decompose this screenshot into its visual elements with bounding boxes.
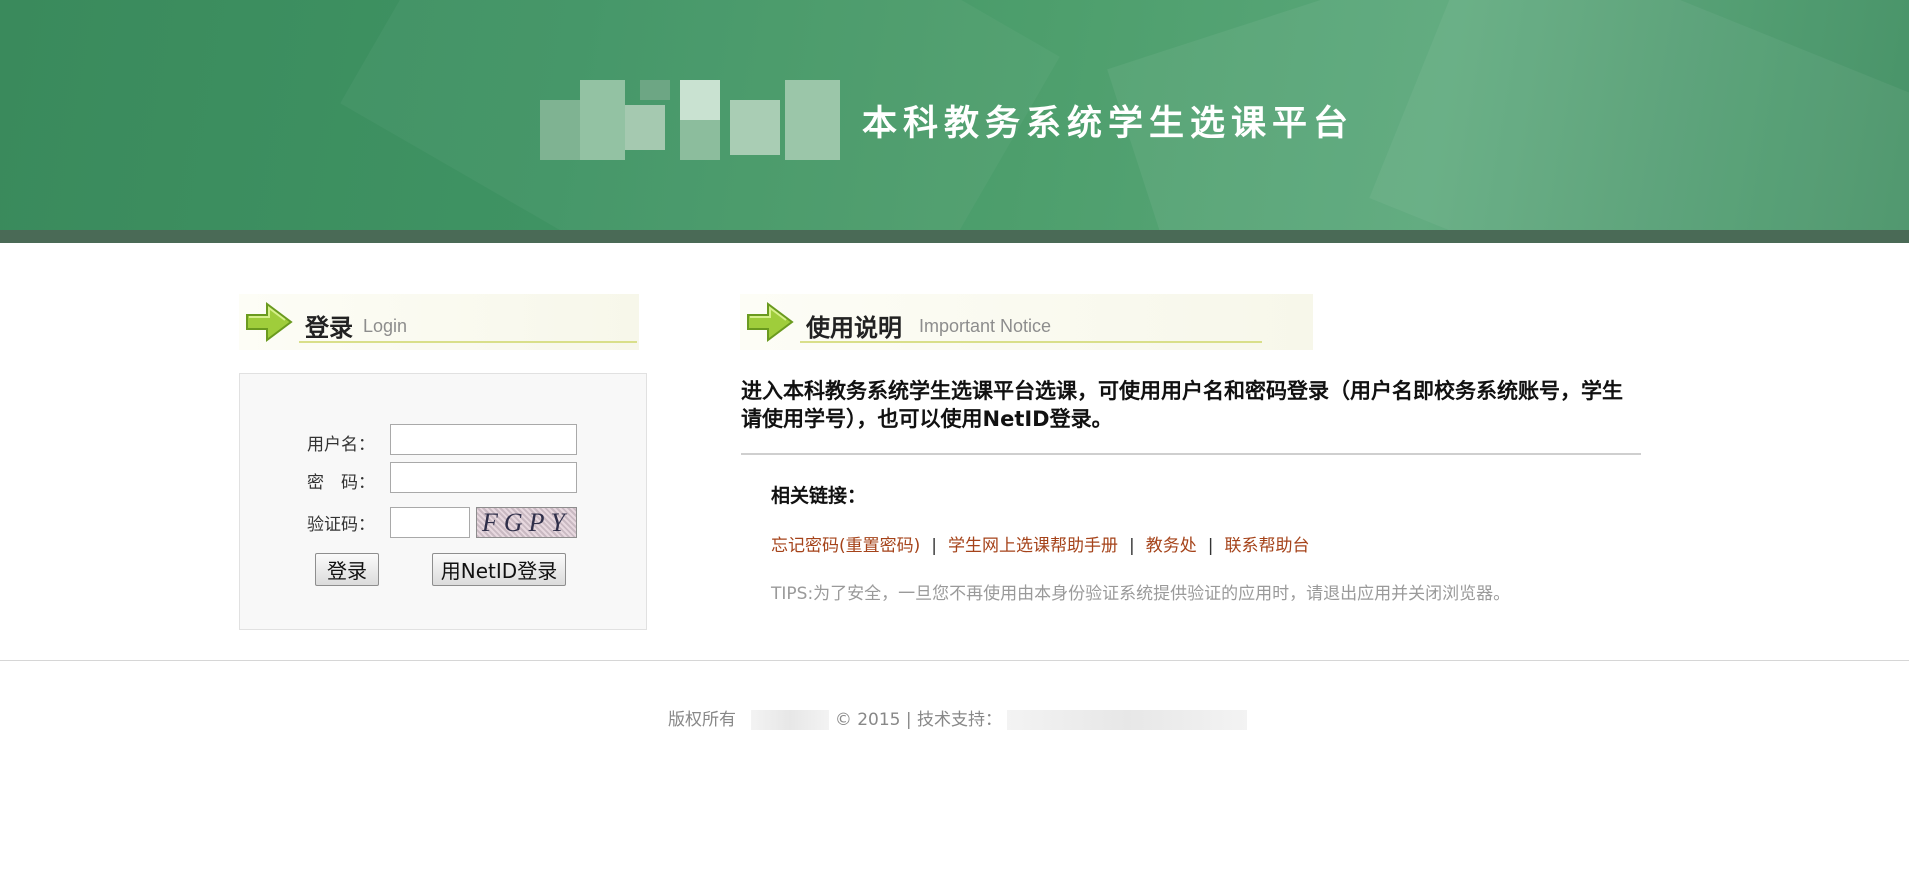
redacted-owner	[751, 710, 830, 730]
banner-divider	[0, 230, 1909, 243]
related-links-title: 相关链接：	[771, 485, 867, 507]
arrow-right-icon	[747, 302, 794, 342]
footer-divider	[0, 660, 1909, 661]
login-button[interactable]: 登录	[315, 553, 379, 586]
password-input[interactable]	[390, 462, 577, 493]
forgot-password-link[interactable]: 忘记密码(重置密码)	[771, 536, 920, 556]
divider	[741, 453, 1641, 455]
related-links: 忘记密码(重置密码) | 学生网上选课帮助手册 | 教务处 | 联系帮助台	[771, 531, 1309, 556]
notice-section-header: 使用说明 Important Notice	[740, 294, 1313, 350]
arrow-right-icon	[246, 302, 293, 342]
helpdesk-link[interactable]: 联系帮助台	[1224, 536, 1309, 556]
link-separator: |	[931, 536, 937, 556]
security-tips: TIPS:为了安全，一旦您不再使用由本身份验证系统提供验证的应用时，请退出应用并…	[771, 584, 1511, 604]
notice-title-en: Important Notice	[919, 316, 1052, 336]
login-section-header: 登录 Login	[239, 294, 639, 350]
username-label: 用户名：	[307, 435, 375, 455]
redacted-support	[1007, 710, 1248, 730]
system-title: 本科教务系统学生选课平台	[862, 104, 1355, 144]
captcha-image[interactable]: FGPY	[476, 507, 577, 538]
captcha-input[interactable]	[390, 507, 470, 538]
link-separator: |	[1129, 536, 1135, 556]
notice-title: 使用说明	[806, 314, 902, 342]
footer: 版权所有 © 2015 | 技术支持：	[668, 705, 1248, 730]
header-banner: 本科教务系统学生选课平台	[0, 0, 1909, 230]
login-form	[239, 373, 647, 630]
login-title-en: Login	[363, 316, 408, 336]
notice-text: 进入本科教务系统学生选课平台选课，可使用用户名和密码登录（用户名即校务系统账号，…	[741, 379, 1623, 431]
academic-affairs-link[interactable]: 教务处	[1146, 536, 1197, 556]
login-title: 登录	[305, 314, 353, 342]
copyright-prefix: 版权所有	[668, 710, 736, 730]
help-manual-link[interactable]: 学生网上选课帮助手册	[948, 536, 1118, 556]
captcha-label: 验证码：	[307, 515, 375, 535]
university-logo	[540, 80, 840, 160]
link-separator: |	[1207, 536, 1214, 556]
copyright-year: © 2015 | 技术支持：	[834, 710, 1003, 730]
password-label: 密 码：	[307, 473, 375, 493]
netid-login-button[interactable]: 用NetID登录	[432, 553, 566, 586]
username-input[interactable]	[390, 424, 577, 455]
